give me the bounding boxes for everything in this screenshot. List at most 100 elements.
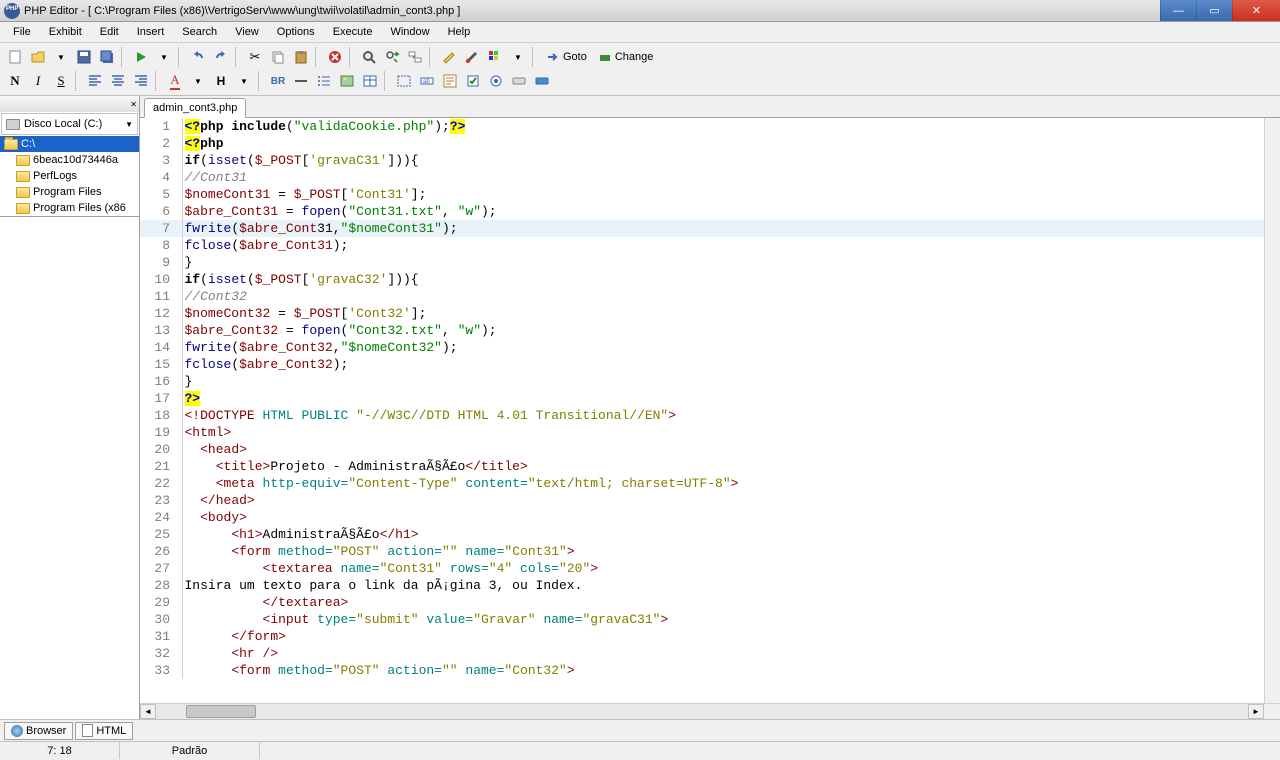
tree-root[interactable]: C:\	[0, 136, 139, 152]
menu-insert[interactable]: Insert	[128, 24, 174, 40]
code-line[interactable]: 30 <input type="submit" value="Gravar" n…	[140, 611, 1264, 628]
tab-browser[interactable]: Browser	[4, 722, 73, 740]
italic-icon[interactable]: I	[27, 70, 49, 92]
code-line[interactable]: 15fclose($abre_Cont32);	[140, 356, 1264, 373]
code-line[interactable]: 13$abre_Cont32 = fopen("Cont32.txt", "w"…	[140, 322, 1264, 339]
palette-icon[interactable]	[484, 46, 506, 68]
save-all-icon[interactable]	[96, 46, 118, 68]
list-icon[interactable]	[313, 70, 335, 92]
heading-icon[interactable]: H	[210, 70, 232, 92]
color-picker-icon[interactable]	[461, 46, 483, 68]
side-panel-close-icon[interactable]: ✕	[0, 96, 139, 112]
code-line[interactable]: 16}	[140, 373, 1264, 390]
code-line[interactable]: 22 <meta http-equiv="Content-Type" conte…	[140, 475, 1264, 492]
code-line[interactable]: 26 <form method="POST" action="" name="C…	[140, 543, 1264, 560]
tree-item[interactable]: 6beac10d73446a	[0, 152, 139, 168]
checkbox-icon[interactable]	[462, 70, 484, 92]
maximize-button[interactable]: ▭	[1196, 0, 1232, 21]
menu-options[interactable]: Options	[268, 24, 324, 40]
code-line[interactable]: 12$nomeCont32 = $_POST['Cont32'];	[140, 305, 1264, 322]
code-line[interactable]: 19<html>	[140, 424, 1264, 441]
code-line[interactable]: 7fwrite($abre_Cont31,"$nomeCont31");	[140, 220, 1264, 237]
menu-edit[interactable]: Edit	[91, 24, 128, 40]
code-line[interactable]: 8fclose($abre_Cont31);	[140, 237, 1264, 254]
tab-html[interactable]: HTML	[75, 722, 133, 740]
code-line[interactable]: 2<?php	[140, 135, 1264, 152]
code-line[interactable]: 9}	[140, 254, 1264, 271]
bold-icon[interactable]: N	[4, 70, 26, 92]
vertical-scrollbar[interactable]	[1264, 118, 1280, 703]
run-icon[interactable]	[130, 46, 152, 68]
code-line[interactable]: 20 <head>	[140, 441, 1264, 458]
folder-tree[interactable]: C:\ 6beac10d73446a PerfLogs Program File…	[0, 136, 139, 216]
align-left-icon[interactable]	[84, 70, 106, 92]
tree-item[interactable]: Program Files	[0, 184, 139, 200]
image-icon[interactable]	[336, 70, 358, 92]
code-line[interactable]: 17?>	[140, 390, 1264, 407]
menu-view[interactable]: View	[226, 24, 268, 40]
menu-search[interactable]: Search	[173, 24, 226, 40]
menu-window[interactable]: Window	[381, 24, 438, 40]
save-icon[interactable]	[73, 46, 95, 68]
code-line[interactable]: 11//Cont32	[140, 288, 1264, 305]
replace-icon[interactable]	[404, 46, 426, 68]
run-dropdown-icon[interactable]: ▼	[153, 46, 175, 68]
copy-icon[interactable]	[267, 46, 289, 68]
drive-selector[interactable]: Disco Local (C:) ▼	[1, 113, 138, 135]
tab-active[interactable]: admin_cont3.php	[144, 98, 246, 118]
code-line[interactable]: 23 </head>	[140, 492, 1264, 509]
highlight-icon[interactable]	[438, 46, 460, 68]
code-line[interactable]: 32 <hr />	[140, 645, 1264, 662]
cut-icon[interactable]: ✂	[244, 46, 266, 68]
redo-icon[interactable]	[210, 46, 232, 68]
code-line[interactable]: 14fwrite($abre_Cont32,"$nomeCont32");	[140, 339, 1264, 356]
code-line[interactable]: 27 <textarea name="Cont31" rows="4" cols…	[140, 560, 1264, 577]
goto-button[interactable]: Goto	[541, 46, 592, 68]
code-line[interactable]: 3if(isset($_POST['gravaC31'])){	[140, 152, 1264, 169]
align-center-icon[interactable]	[107, 70, 129, 92]
close-button[interactable]: ✕	[1232, 0, 1280, 21]
code-line[interactable]: 31 </form>	[140, 628, 1264, 645]
code-line[interactable]: 4//Cont31	[140, 169, 1264, 186]
tree-item[interactable]: PerfLogs	[0, 168, 139, 184]
submit-icon[interactable]	[531, 70, 553, 92]
align-right-icon[interactable]	[130, 70, 152, 92]
menu-exhibit[interactable]: Exhibit	[40, 24, 91, 40]
menu-execute[interactable]: Execute	[324, 24, 382, 40]
hr-icon[interactable]	[290, 70, 312, 92]
new-file-icon[interactable]	[4, 46, 26, 68]
menu-file[interactable]: File	[4, 24, 40, 40]
code-line[interactable]: 5$nomeCont31 = $_POST['Cont31'];	[140, 186, 1264, 203]
menu-help[interactable]: Help	[439, 24, 480, 40]
code-line[interactable]: 1<?php include("validaCookie.php");?>	[140, 118, 1264, 135]
change-button[interactable]: Change	[593, 46, 659, 68]
code-line[interactable]: 28Insira um texto para o link da pÃ¡gina…	[140, 577, 1264, 594]
font-color-icon[interactable]: A	[164, 70, 186, 92]
radio-icon[interactable]	[485, 70, 507, 92]
code-line[interactable]: 21 <title>Projeto - AdministraÃ§Ã£o</tit…	[140, 458, 1264, 475]
dropdown4-icon[interactable]: ▼	[233, 70, 255, 92]
code-line[interactable]: 33 <form method="POST" action="" name="C…	[140, 662, 1264, 679]
select-icon[interactable]	[393, 70, 415, 92]
code-line[interactable]: 29 </textarea>	[140, 594, 1264, 611]
find-next-icon[interactable]	[381, 46, 403, 68]
open-file-icon[interactable]	[27, 46, 49, 68]
table-icon[interactable]	[359, 70, 381, 92]
minimize-button[interactable]: —	[1160, 0, 1196, 21]
code-line[interactable]: 18<!DOCTYPE HTML PUBLIC "-//W3C//DTD HTM…	[140, 407, 1264, 424]
code-line[interactable]: 24 <body>	[140, 509, 1264, 526]
undo-icon[interactable]	[187, 46, 209, 68]
underline-icon[interactable]: S	[50, 70, 72, 92]
code-line[interactable]: 10if(isset($_POST['gravaC32'])){	[140, 271, 1264, 288]
button-icon[interactable]	[508, 70, 530, 92]
input-icon[interactable]: ab	[416, 70, 438, 92]
code-line[interactable]: 25 <h1>AdministraÃ§Ã£o</h1>	[140, 526, 1264, 543]
form-icon[interactable]	[439, 70, 461, 92]
dropdown-icon[interactable]: ▼	[50, 46, 72, 68]
code-editor[interactable]: 1<?php include("validaCookie.php");?>2<?…	[140, 118, 1264, 703]
find-icon[interactable]	[358, 46, 380, 68]
paste-icon[interactable]	[290, 46, 312, 68]
horizontal-scrollbar[interactable]: ◄ ►	[140, 703, 1280, 719]
tree-item[interactable]: Program Files (x86	[0, 200, 139, 216]
dropdown3-icon[interactable]: ▼	[187, 70, 209, 92]
